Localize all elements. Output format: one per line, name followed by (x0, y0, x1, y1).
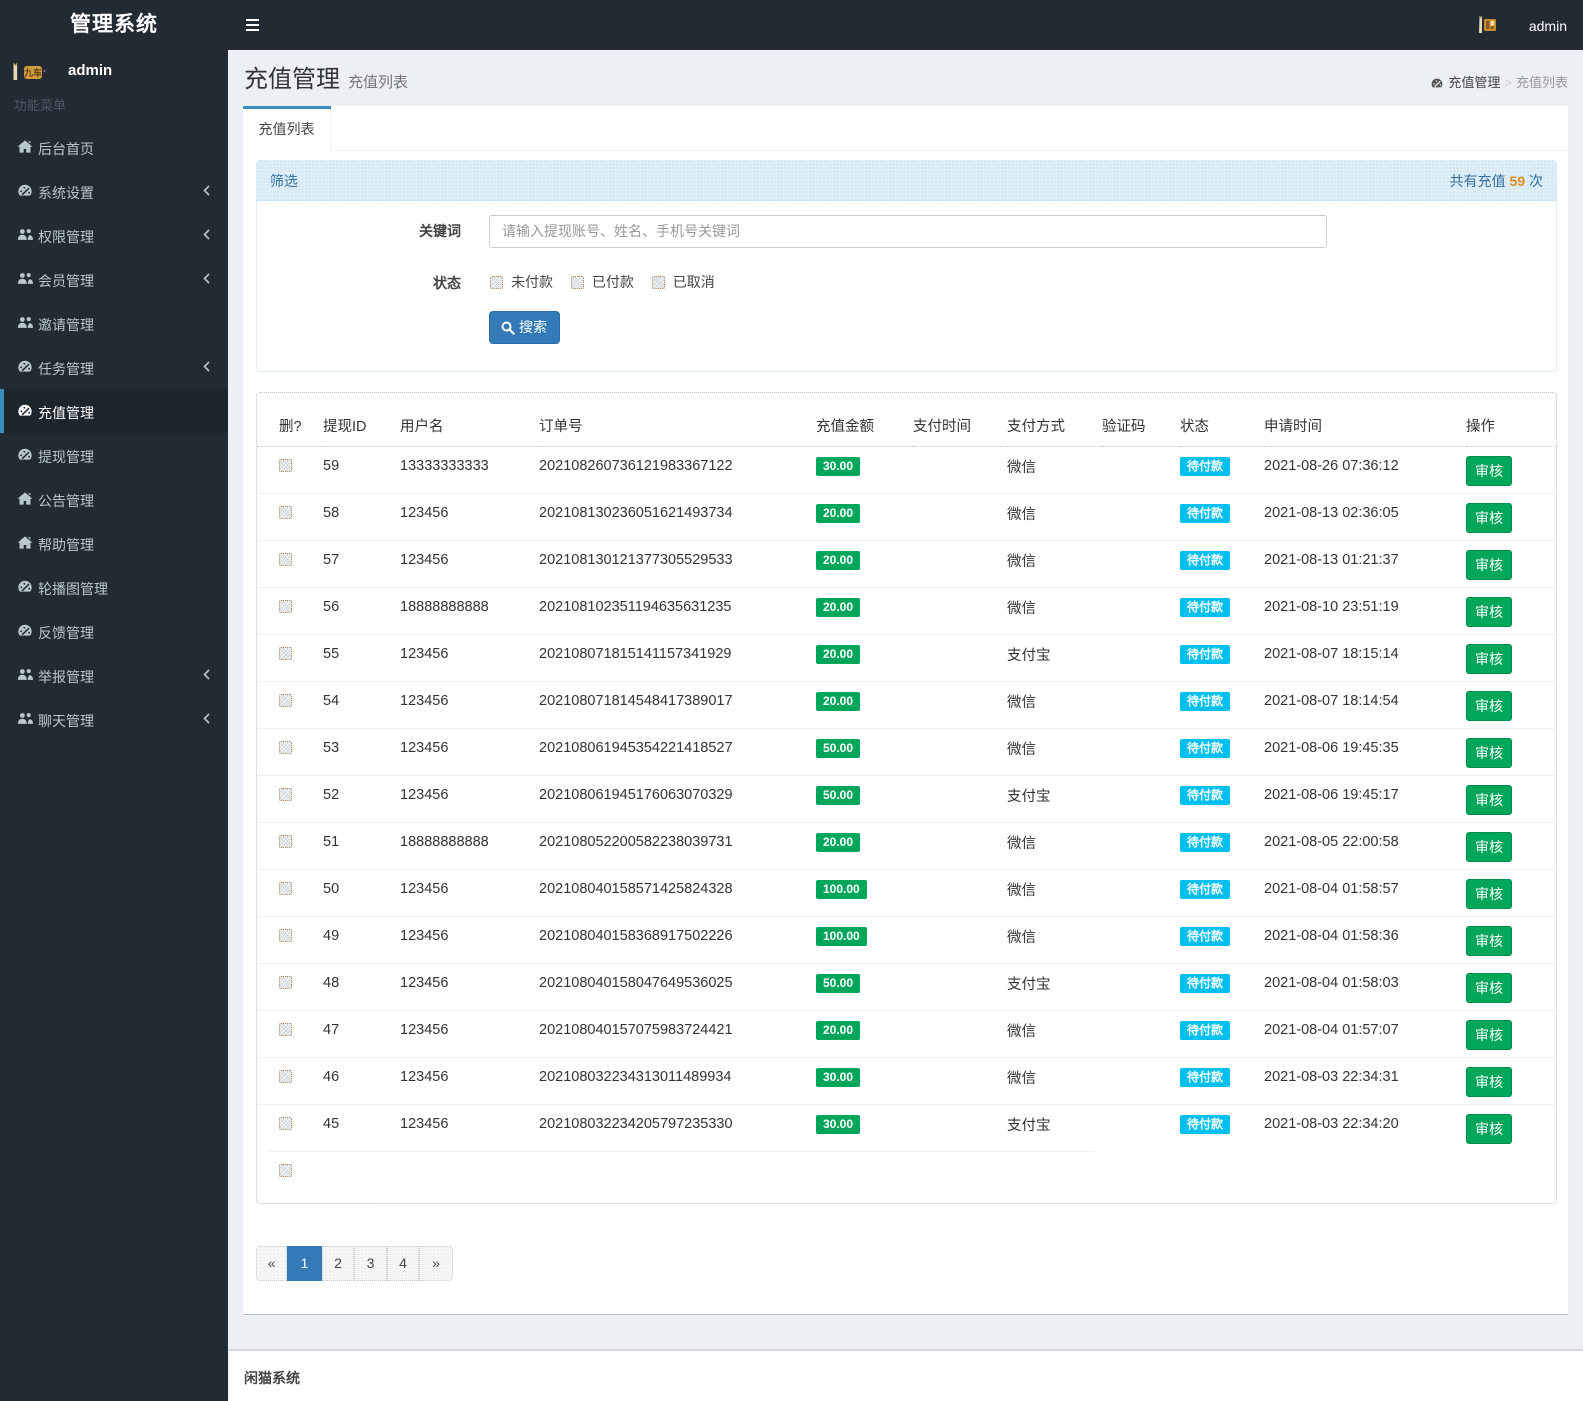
svg-text:九车: 九车 (23, 67, 42, 78)
